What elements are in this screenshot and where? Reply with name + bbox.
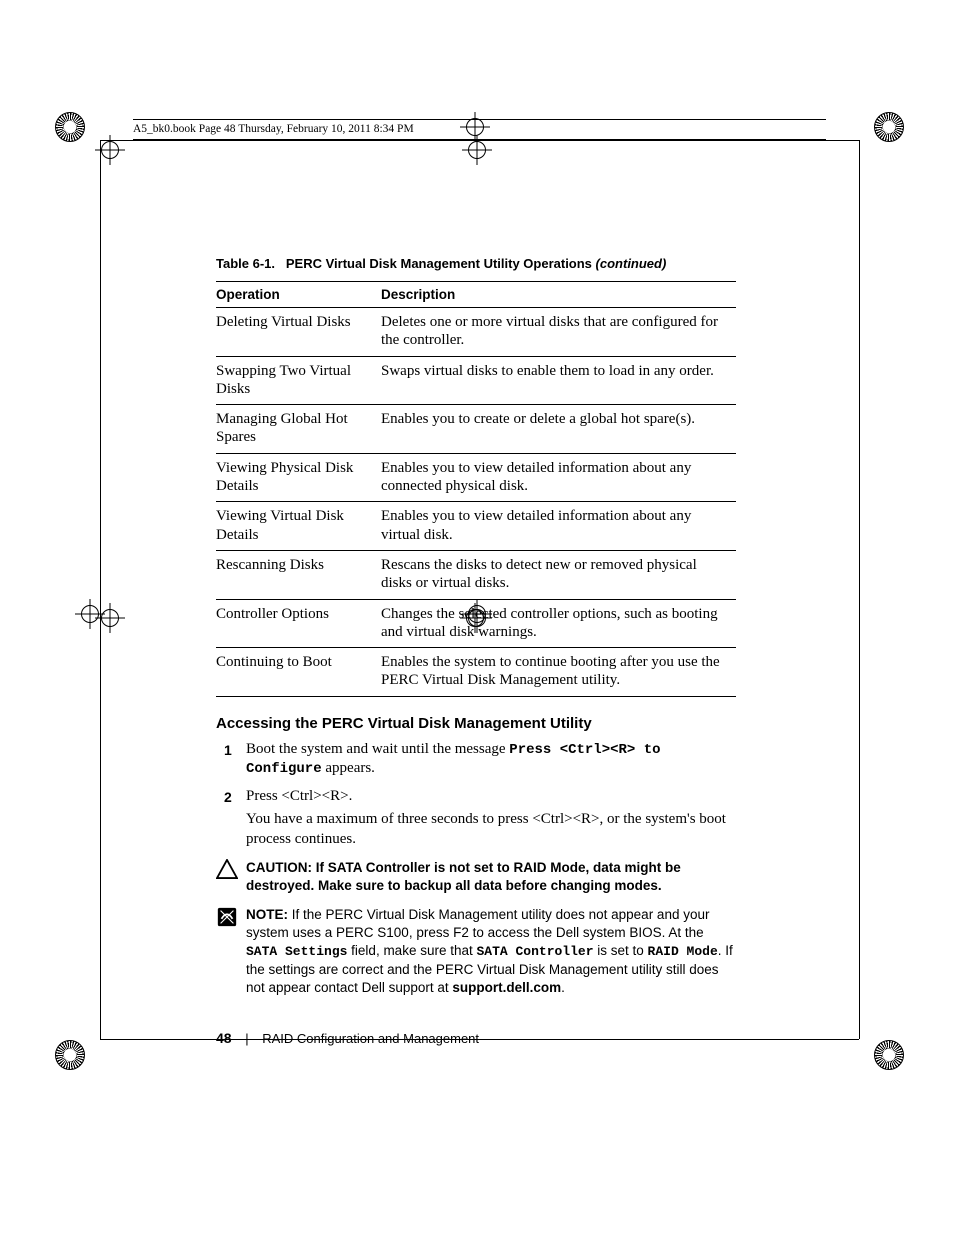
- table-row: Deleting Virtual DisksDeletes one or mor…: [216, 308, 736, 357]
- running-header-text: A5_bk0.book Page 48 Thursday, February 1…: [133, 123, 414, 135]
- step-text: Boot the system and wait until the messa…: [246, 741, 509, 757]
- step-2: Press <Ctrl><R>. You have a maximum of t…: [216, 787, 736, 850]
- desc-cell: Swaps virtual disks to enable them to lo…: [381, 356, 736, 405]
- step-1: Boot the system and wait until the messa…: [216, 740, 736, 779]
- inline-mono: SATA Settings: [246, 944, 347, 959]
- note-body: NOTE: If the PERC Virtual Disk Managemen…: [246, 907, 733, 995]
- caution-callout: CAUTION: If SATA Controller is not set t…: [216, 859, 736, 895]
- desc-cell: Enables you to create or delete a global…: [381, 405, 736, 454]
- crosshair-icon: [101, 141, 119, 159]
- crosshair-icon: [81, 605, 99, 623]
- table-row: Managing Global Hot SparesEnables you to…: [216, 405, 736, 454]
- op-cell: Viewing Physical Disk Details: [216, 453, 381, 502]
- page-number: 48: [216, 1030, 232, 1046]
- page-content: Table 6-1. PERC Virtual Disk Management …: [216, 256, 736, 997]
- table-label: Table 6-1.: [216, 256, 275, 271]
- inline-mono: RAID Mode: [648, 944, 718, 959]
- registration-mark-icon: [874, 112, 904, 142]
- table-title: PERC Virtual Disk Management Utility Ope…: [286, 256, 592, 271]
- note-text: If the PERC Virtual Disk Management util…: [246, 907, 709, 940]
- desc-cell: Enables you to view detailed information…: [381, 502, 736, 551]
- registration-mark-icon: [874, 1040, 904, 1070]
- note-label: NOTE:: [246, 907, 292, 922]
- table-row: Swapping Two Virtual DisksSwaps virtual …: [216, 356, 736, 405]
- note-text: is set to: [594, 943, 648, 958]
- op-cell: Deleting Virtual Disks: [216, 308, 381, 357]
- crosshair-icon: [468, 141, 486, 159]
- step-text: Press <Ctrl><R>.: [246, 788, 352, 804]
- desc-cell: Changes the selected controller options,…: [381, 599, 736, 648]
- table-continued: (continued): [596, 256, 667, 271]
- op-cell: Continuing to Boot: [216, 648, 381, 697]
- note-callout: NOTE: If the PERC Virtual Disk Managemen…: [216, 906, 736, 997]
- inline-mono: SATA Controller: [476, 944, 593, 959]
- note-text: field, make sure that: [347, 943, 476, 958]
- page-footer: 48 | RAID Configuration and Management: [216, 1030, 479, 1046]
- desc-cell: Enables the system to continue booting a…: [381, 648, 736, 697]
- table-row: Continuing to BootEnables the system to …: [216, 648, 736, 697]
- table-row: Viewing Virtual Disk DetailsEnables you …: [216, 502, 736, 551]
- note-text: .: [561, 980, 565, 995]
- desc-cell: Enables you to view detailed information…: [381, 453, 736, 502]
- steps-list: Boot the system and wait until the messa…: [216, 740, 736, 850]
- registration-mark-icon: [55, 112, 85, 142]
- registration-mark-icon: [55, 1040, 85, 1070]
- step-text: appears.: [322, 760, 375, 776]
- footer-section: RAID Configuration and Management: [262, 1031, 479, 1046]
- running-header: A5_bk0.book Page 48 Thursday, February 1…: [133, 119, 826, 140]
- table-row: Rescanning DisksRescans the disks to det…: [216, 550, 736, 599]
- caution-icon: [216, 859, 238, 877]
- op-cell: Managing Global Hot Spares: [216, 405, 381, 454]
- table-caption: Table 6-1. PERC Virtual Disk Management …: [216, 256, 736, 271]
- th-operation: Operation: [216, 282, 381, 308]
- th-description: Description: [381, 282, 736, 308]
- desc-cell: Deletes one or more virtual disks that a…: [381, 308, 736, 357]
- note-icon: [216, 906, 238, 924]
- step-paragraph: You have a maximum of three seconds to p…: [246, 810, 736, 849]
- op-cell: Swapping Two Virtual Disks: [216, 356, 381, 405]
- crosshair-icon: [101, 609, 119, 627]
- section-heading: Accessing the PERC Virtual Disk Manageme…: [216, 715, 736, 732]
- table-row: Controller OptionsChanges the selected c…: [216, 599, 736, 648]
- op-cell: Rescanning Disks: [216, 550, 381, 599]
- desc-cell: Rescans the disks to detect new or remov…: [381, 550, 736, 599]
- op-cell: Viewing Virtual Disk Details: [216, 502, 381, 551]
- footer-separator: |: [245, 1031, 248, 1046]
- op-cell: Controller Options: [216, 599, 381, 648]
- caution-label: CAUTION:: [246, 860, 316, 875]
- support-link: support.dell.com: [452, 980, 561, 995]
- operations-table: Operation Description Deleting Virtual D…: [216, 281, 736, 697]
- table-row: Viewing Physical Disk DetailsEnables you…: [216, 453, 736, 502]
